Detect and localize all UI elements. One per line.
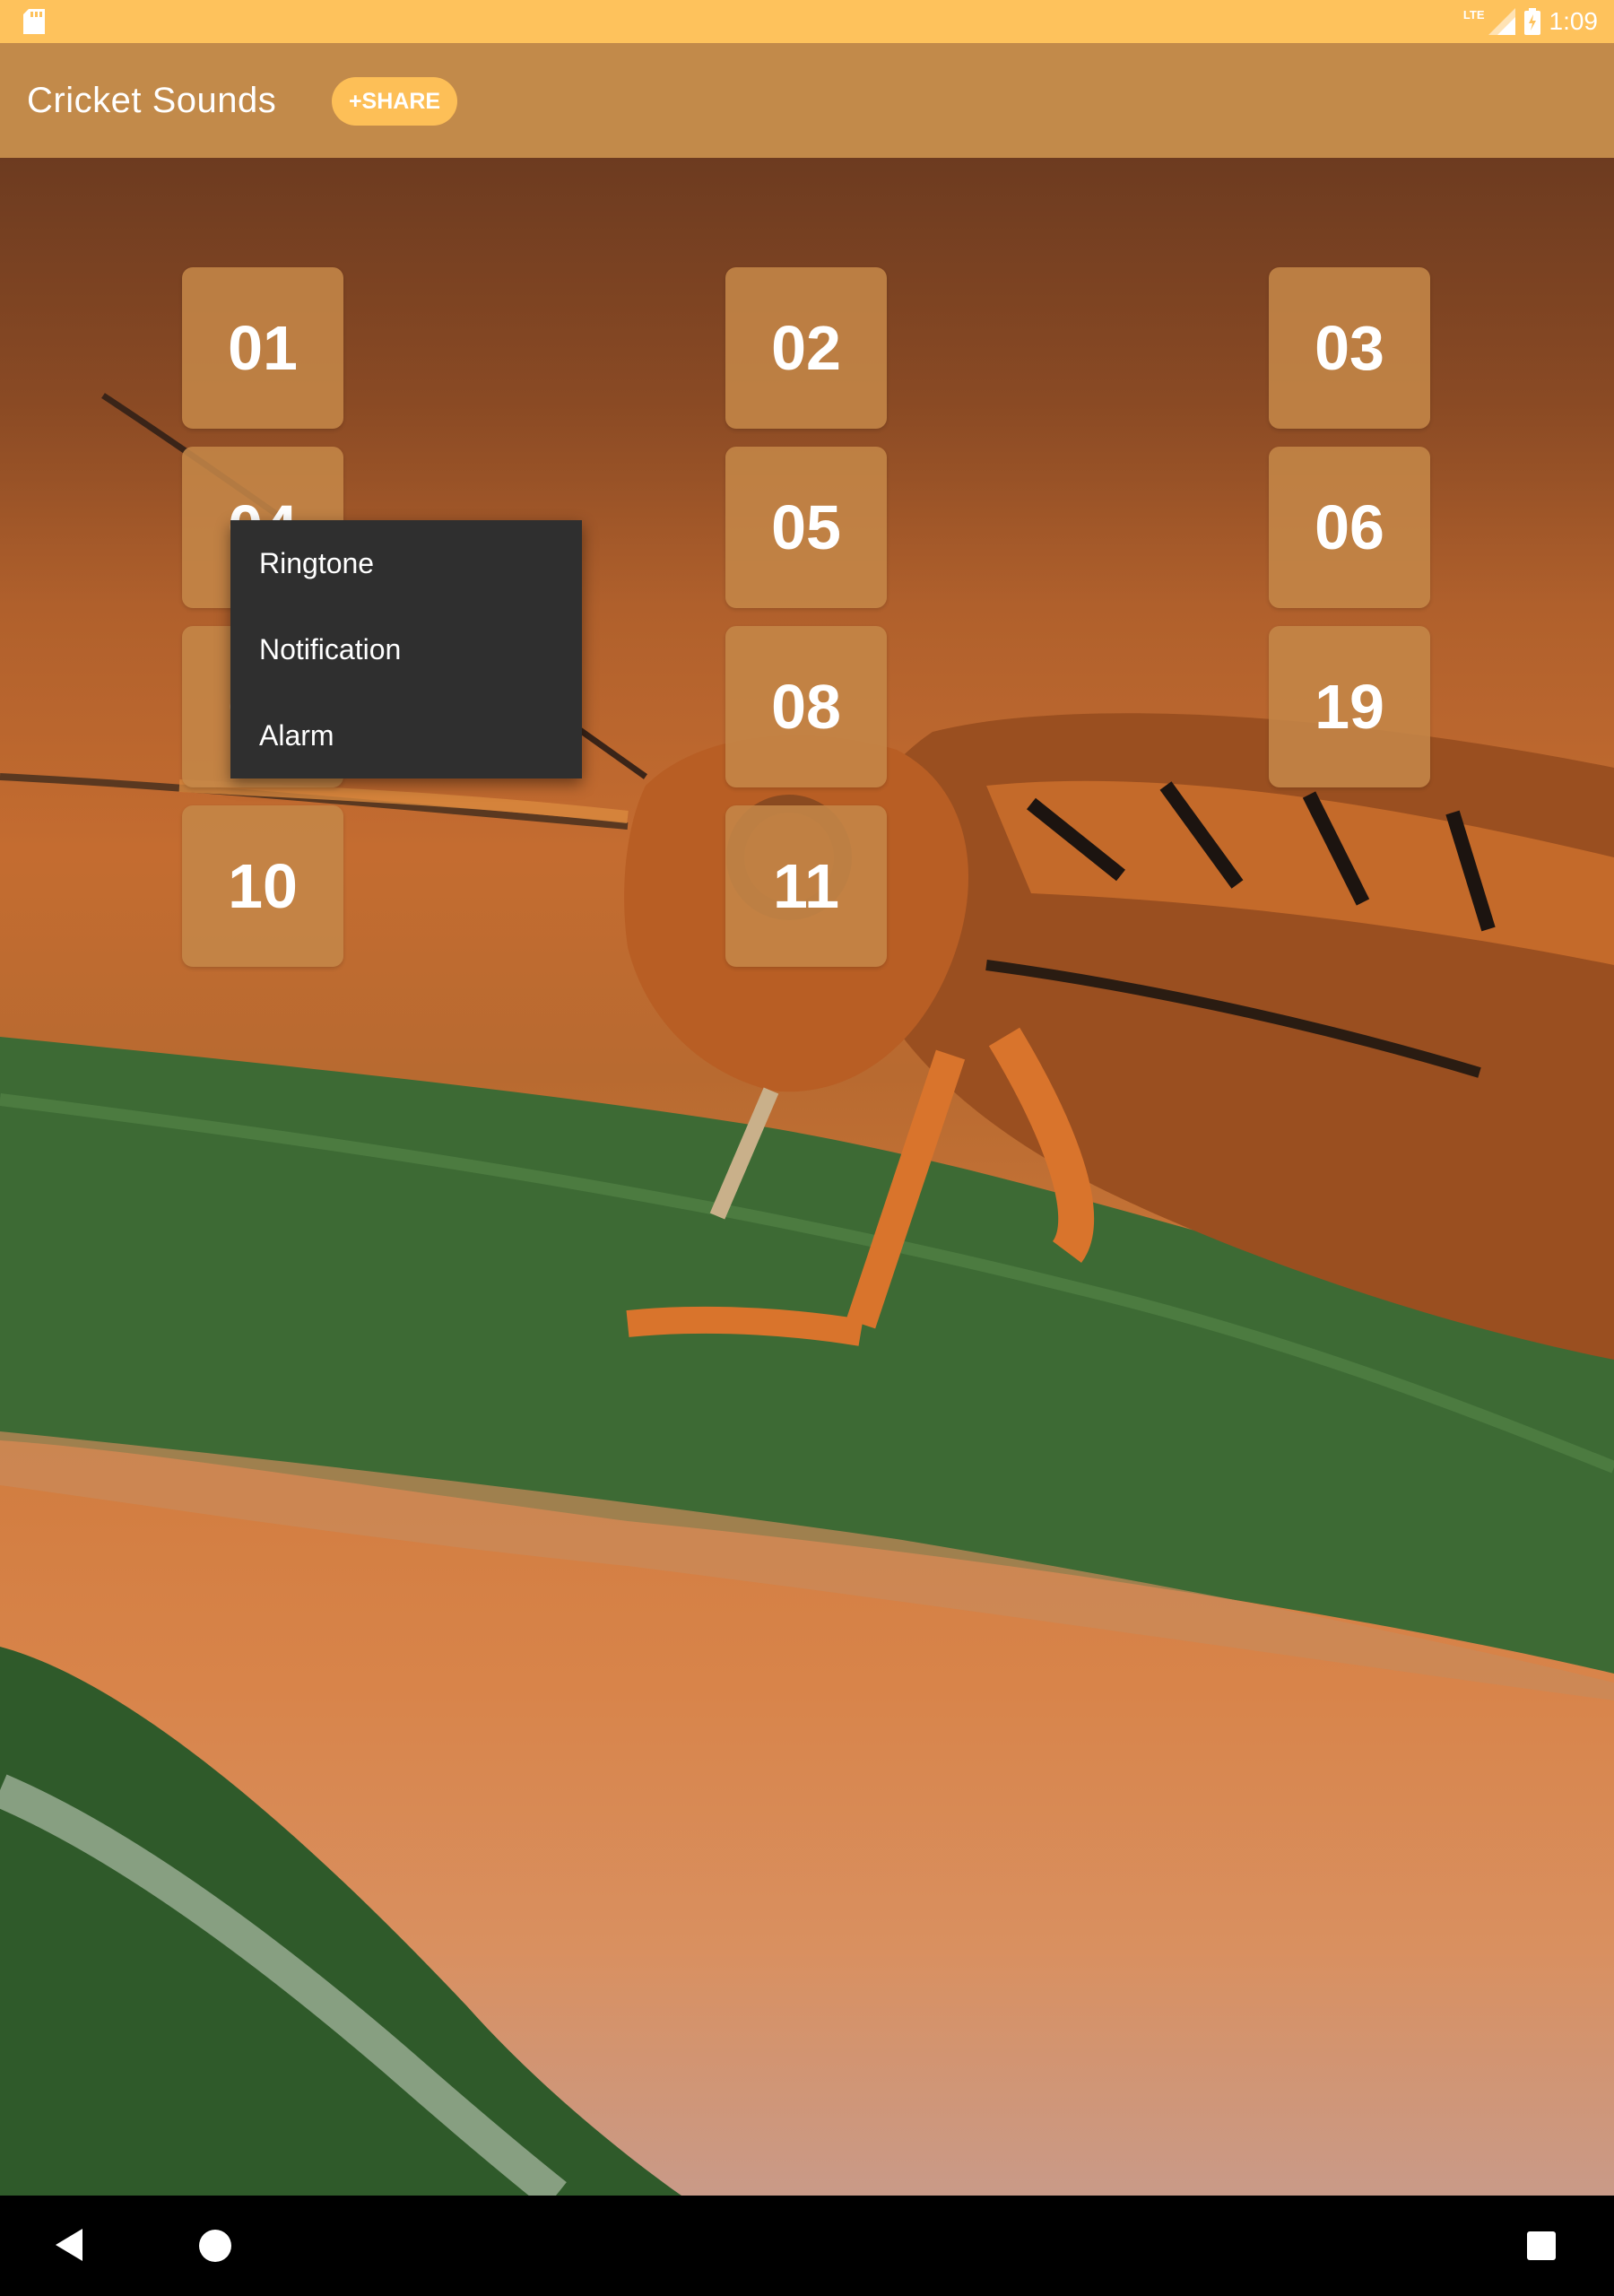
sound-button-11[interactable]: 11 xyxy=(725,805,887,967)
sound-button-10[interactable]: 10 xyxy=(182,805,343,967)
menu-item-ringtone[interactable]: Ringtone xyxy=(230,520,582,606)
menu-item-notification[interactable]: Notification xyxy=(230,606,582,692)
sound-button-06[interactable]: 06 xyxy=(1269,447,1430,608)
network-type: LTE xyxy=(1462,7,1485,22)
navigation-bar xyxy=(0,2196,1614,2296)
recents-icon[interactable] xyxy=(1527,2231,1556,2260)
menu-item-alarm[interactable]: Alarm xyxy=(230,692,582,778)
sd-card-icon xyxy=(23,9,45,34)
sound-button-19[interactable]: 19 xyxy=(1269,626,1430,787)
app-bar: Cricket Sounds +SHARE xyxy=(0,43,1614,158)
signal-icon xyxy=(1488,8,1515,35)
sound-button-08[interactable]: 08 xyxy=(725,626,887,787)
clock: 1:09 xyxy=(1549,7,1599,35)
sound-button-01[interactable]: 01 xyxy=(182,267,343,429)
sound-button-02[interactable]: 02 xyxy=(725,267,887,429)
home-icon[interactable] xyxy=(199,2230,231,2262)
app-title: Cricket Sounds xyxy=(27,81,277,120)
sound-button-05[interactable]: 05 xyxy=(725,447,887,608)
battery-icon xyxy=(1523,8,1540,35)
popup-menu: Ringtone Notification Alarm xyxy=(230,520,582,778)
sound-button-03[interactable]: 03 xyxy=(1269,267,1430,429)
back-icon[interactable] xyxy=(56,2229,82,2261)
share-button[interactable]: +SHARE xyxy=(332,77,457,126)
status-bar: LTE 1:09 xyxy=(0,0,1614,43)
